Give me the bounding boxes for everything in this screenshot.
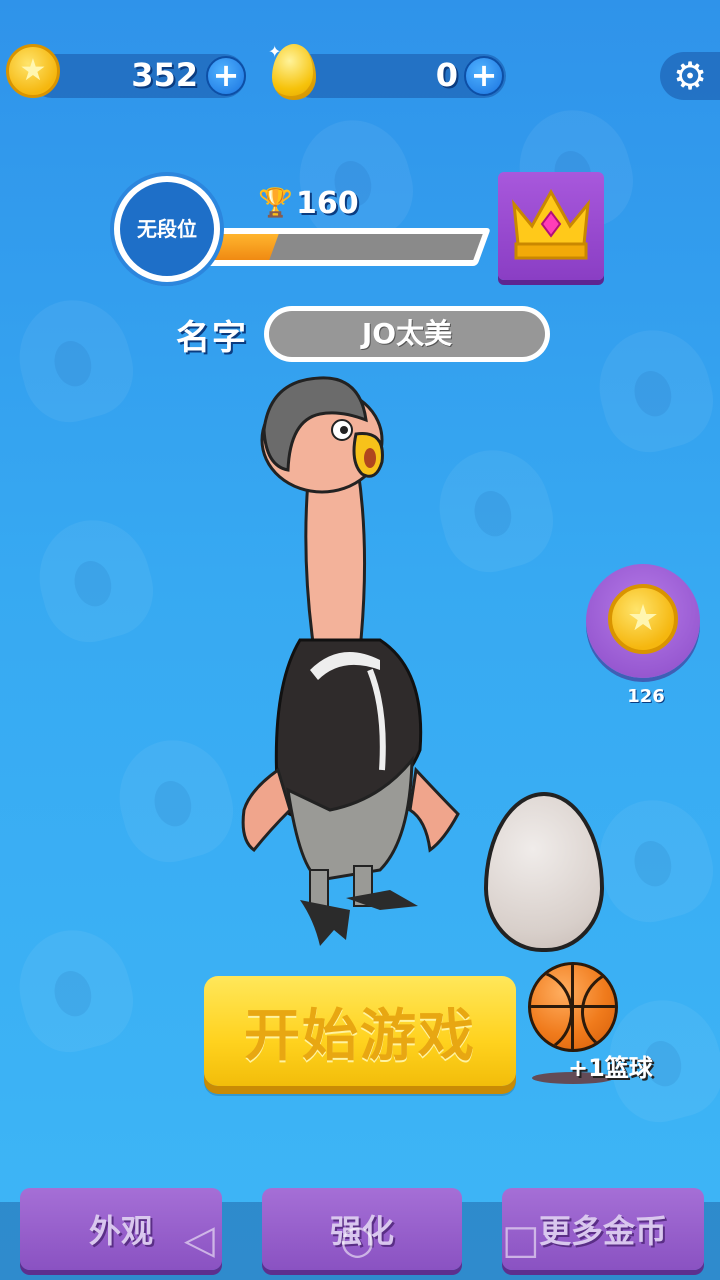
free-coins-button[interactable]: ★ <box>586 564 700 678</box>
rank-progress-bar <box>193 228 491 266</box>
chicken-character <box>241 376 460 946</box>
rank-badge[interactable]: 无段位 <box>114 176 220 282</box>
system-home-icon[interactable]: ○ <box>340 1218 375 1262</box>
player-name-field[interactable]: JO太美 <box>264 306 550 362</box>
add-coins-button[interactable]: + <box>206 56 246 96</box>
player-name: JO太美 <box>269 311 545 357</box>
rank-label: 无段位 <box>137 217 197 241</box>
gear-icon: ⚙ <box>672 54 708 98</box>
crown-button[interactable] <box>498 172 604 280</box>
coin-value: 352 <box>131 56 198 94</box>
star-coin-icon: ★ <box>608 584 678 654</box>
name-label: 名字 <box>176 318 248 358</box>
basketball-icon[interactable] <box>528 962 618 1052</box>
egg-value: 0 <box>435 56 458 94</box>
sparkle-icon: ✦ <box>268 42 282 61</box>
system-back-icon[interactable]: ◁ <box>184 1218 215 1262</box>
free-coins-count: 126 <box>627 686 665 707</box>
basketball-bonus-label: +1篮球 <box>568 1054 653 1082</box>
crown-icon <box>512 188 590 260</box>
trophy-icon: 🏆 <box>258 186 293 219</box>
trophy-count: 160 <box>296 186 359 221</box>
start-game-button[interactable]: 开始游戏 <box>204 976 516 1086</box>
star-coin-icon: ★ <box>6 44 60 98</box>
system-recents-icon[interactable]: □ <box>502 1218 540 1262</box>
add-eggs-button[interactable]: + <box>464 56 504 96</box>
settings-button[interactable]: ⚙ <box>660 52 720 100</box>
